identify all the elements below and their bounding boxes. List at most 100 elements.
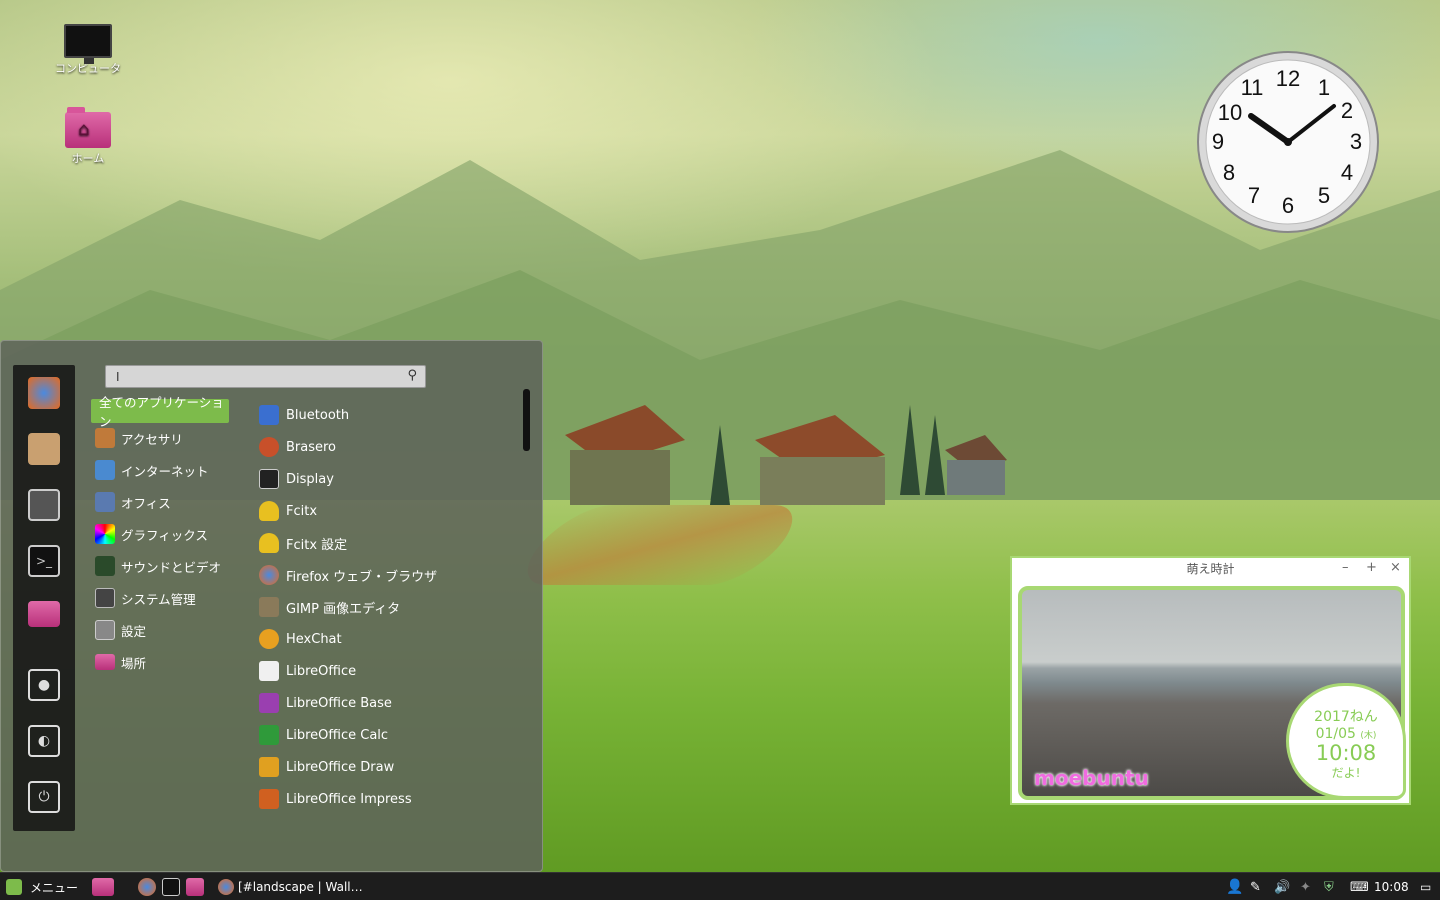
category-office[interactable]: オフィス <box>91 490 231 514</box>
app-label: GIMP 画像エディタ <box>286 601 401 617</box>
settings-icon[interactable] <box>28 489 60 521</box>
window-title: 萌え時計 <box>1186 562 1235 576</box>
home-folder-icon: ⌂ <box>65 107 111 148</box>
svg-text:7: 7 <box>1248 183 1260 208</box>
category-all-applications[interactable]: 全てのアプリケーション <box>91 395 229 429</box>
app-label: LibreOffice Base <box>286 695 392 711</box>
app-label: LibreOffice Draw <box>286 759 395 775</box>
internet-icon <box>95 460 115 480</box>
desktop-icon-home[interactable]: ⌂ ホーム <box>48 107 128 166</box>
speech-bubble: 2017ねん 01/05 (木) 10:08 だよ! <box>1286 683 1406 799</box>
menu-button[interactable]: メニュー <box>6 877 78 897</box>
lock-icon[interactable]: ● <box>28 669 60 701</box>
category-label: サウンドとビデオ <box>121 559 222 575</box>
menu-search-field[interactable]: I ⚲ <box>105 365 426 388</box>
app-libreoffice-base[interactable]: LibreOffice Base <box>259 691 392 715</box>
svg-text:8: 8 <box>1223 160 1235 185</box>
show-desktop-button[interactable] <box>92 877 114 897</box>
keyboard-icon[interactable]: ⌨ <box>1350 877 1369 897</box>
suffix-text: だよ! <box>1331 766 1361 780</box>
category-label: オフィス <box>121 495 171 511</box>
show-desktop-icon <box>92 878 114 896</box>
svg-text:3: 3 <box>1350 129 1362 154</box>
libreoffice-impress-icon <box>259 789 279 809</box>
update-shield-icon[interactable]: ⛨ <box>1324 877 1334 897</box>
desktop-icon-computer[interactable]: コンピュータ <box>48 24 128 76</box>
notifications-icon[interactable]: ▭ <box>1420 877 1431 897</box>
firefox-icon[interactable] <box>28 377 60 409</box>
category-sound-video[interactable]: サウンドとビデオ <box>91 554 231 578</box>
logout-icon[interactable]: ◐ <box>28 725 60 757</box>
app-hexchat[interactable]: HexChat <box>259 627 342 651</box>
svg-text:1: 1 <box>1318 75 1330 100</box>
app-firefox[interactable]: Firefox ウェブ・ブラウザ <box>259 563 437 587</box>
computer-icon <box>64 24 112 64</box>
menu-button-label: メニュー <box>30 880 79 895</box>
wallpaper-houses <box>565 405 1007 505</box>
date-line: 01/05 (木) <box>1289 726 1403 742</box>
taskbar-window-button[interactable]: [#landscape | Wall… <box>218 877 363 897</box>
app-libreoffice-calc[interactable]: LibreOffice Calc <box>259 723 388 747</box>
taskbar: メニュー [#landscape | Wall… 👤 ✎ 🔊 ✦ ⛨ ⌨ 10:… <box>0 872 1440 900</box>
app-bluetooth[interactable]: Bluetooth <box>259 403 349 427</box>
firefox-icon <box>138 878 156 896</box>
favorites-bar: >_ ● ◐ ⏻ <box>13 365 75 831</box>
category-graphics[interactable]: グラフィックス <box>91 522 231 546</box>
libreoffice-draw-icon <box>259 757 279 777</box>
search-input[interactable]: I <box>116 370 120 384</box>
app-label: Fcitx <box>286 503 318 519</box>
category-label: グラフィックス <box>121 527 208 543</box>
category-label: 設定 <box>121 623 147 639</box>
terminal-icon[interactable]: >_ <box>28 545 60 577</box>
libreoffice-calc-icon <box>259 725 279 745</box>
package-icon[interactable] <box>28 433 60 465</box>
svg-text:11: 11 <box>1241 75 1264 100</box>
category-label: システム管理 <box>121 591 196 607</box>
libreoffice-base-icon <box>259 693 279 713</box>
fcitx-tray-icon[interactable]: ✦ <box>1300 877 1311 897</box>
app-libreoffice-impress[interactable]: LibreOffice Impress <box>259 787 412 811</box>
desktop-icon-label: ホーム <box>71 152 105 165</box>
svg-text:12: 12 <box>1276 66 1300 91</box>
app-libreoffice[interactable]: LibreOffice <box>259 659 356 683</box>
app-fcitx[interactable]: Fcitx <box>259 499 317 523</box>
app-list-scrollbar[interactable] <box>523 389 530 451</box>
libreoffice-icon <box>259 661 279 681</box>
app-gimp[interactable]: GIMP 画像エディタ <box>259 595 400 619</box>
firefox-icon <box>218 879 234 895</box>
svg-text:10: 10 <box>1218 100 1242 125</box>
category-accessories[interactable]: アクセサリ <box>91 426 231 450</box>
app-libreoffice-draw[interactable]: LibreOffice Draw <box>259 755 394 779</box>
folder-icon[interactable] <box>28 601 60 627</box>
category-label: 場所 <box>121 655 147 671</box>
app-fcitx-settings[interactable]: Fcitx 設定 <box>259 531 347 555</box>
sound-video-icon <box>95 556 115 576</box>
window-button-label: [#landscape | Wall… <box>238 880 363 894</box>
category-internet[interactable]: インターネット <box>91 458 231 482</box>
category-preferences[interactable]: 設定 <box>91 618 231 642</box>
firefox-icon <box>259 565 279 585</box>
volume-icon[interactable]: 🔊 <box>1274 877 1290 897</box>
network-icon[interactable]: ✎ <box>1250 877 1261 897</box>
category-administration[interactable]: システム管理 <box>91 586 231 610</box>
minimize-button[interactable]: – <box>1342 560 1349 575</box>
search-icon: ⚲ <box>407 368 417 383</box>
accessories-icon <box>95 428 115 448</box>
svg-text:5: 5 <box>1318 183 1330 208</box>
category-places[interactable]: 場所 <box>91 650 231 674</box>
bluetooth-icon <box>259 405 279 425</box>
close-button[interactable]: × <box>1390 560 1401 575</box>
user-icon[interactable]: 👤 <box>1226 877 1243 897</box>
launcher-terminal[interactable] <box>162 877 180 897</box>
app-label: LibreOffice Calc <box>286 727 389 743</box>
taskbar-clock[interactable]: 10:08 <box>1374 877 1409 897</box>
power-icon[interactable]: ⏻ <box>28 781 60 813</box>
app-brasero[interactable]: Brasero <box>259 435 336 459</box>
penguin-icon <box>259 501 279 521</box>
category-label: アクセサリ <box>121 431 183 447</box>
maximize-button[interactable]: + <box>1366 560 1377 575</box>
launcher-firefox[interactable] <box>138 877 156 897</box>
app-display[interactable]: Display <box>259 467 334 491</box>
launcher-files[interactable] <box>186 877 204 897</box>
date-text: 01/05 <box>1315 726 1356 742</box>
